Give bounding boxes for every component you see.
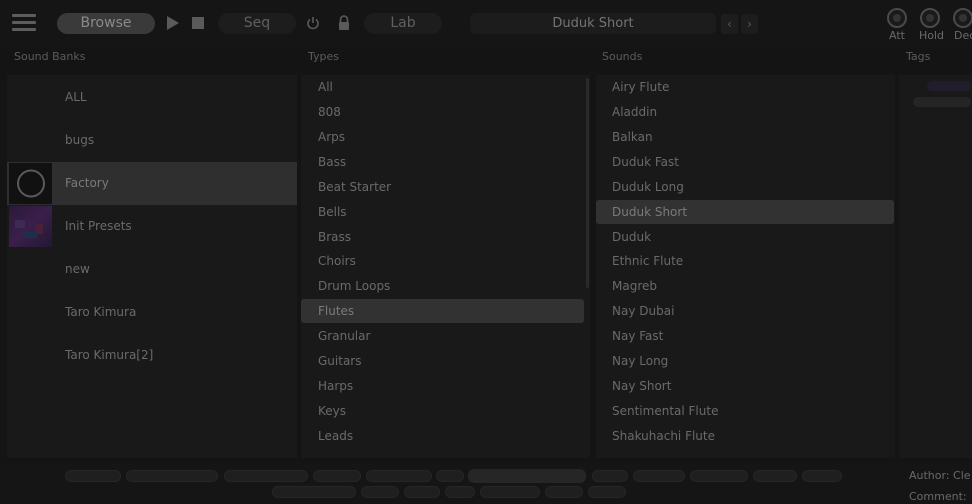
type-item[interactable]: Guitars [301, 349, 584, 373]
lab-tab[interactable]: Lab [364, 13, 442, 34]
bank-label: Factory [65, 176, 109, 190]
sound-item-selected[interactable]: Duduk Short [596, 200, 894, 224]
type-item[interactable]: Leads [301, 424, 584, 448]
menu-icon[interactable] [12, 14, 36, 32]
type-item[interactable]: Beat Starter [301, 175, 584, 199]
hold-knob[interactable] [920, 8, 940, 28]
bank-label: Taro Kimura[2] [65, 348, 154, 362]
tag-chip[interactable] [366, 470, 432, 482]
type-item[interactable]: Bass [301, 150, 584, 174]
type-item[interactable]: Keys [301, 399, 584, 423]
bank-item-taro-kimura[interactable]: Taro Kimura [7, 291, 297, 334]
top-toolbar: Browse Seq Lab Duduk Short ‹ › Att Hold … [0, 0, 972, 46]
tag-chip[interactable] [436, 470, 464, 482]
bank-label: bugs [65, 133, 95, 147]
type-item[interactable]: Drum Loops [301, 274, 584, 298]
factory-bank-icon [9, 163, 52, 204]
sound-item[interactable]: Shakuhachi Flute [596, 424, 894, 448]
types-scrollbar[interactable] [586, 78, 589, 288]
sound-item[interactable]: Nay Dubai [596, 299, 894, 323]
tag-chip[interactable] [126, 470, 218, 482]
sound-banks-list: ALL bugs Factory Init Presets new Taro K… [7, 75, 297, 458]
tag-chip[interactable] [633, 470, 685, 482]
type-item-selected[interactable]: Flutes [301, 299, 584, 323]
sound-item[interactable]: Magreb [596, 274, 894, 298]
tag-chip[interactable] [753, 470, 797, 482]
tag-chip[interactable] [690, 470, 748, 482]
bank-item-all[interactable]: ALL [7, 76, 297, 119]
tag-chip[interactable] [592, 470, 628, 482]
tag-chip[interactable] [480, 486, 540, 498]
tags-header: Tags [906, 50, 931, 63]
bank-item-factory[interactable]: Factory [7, 162, 297, 205]
bank-item-taro-kimura-2[interactable]: Taro Kimura[2] [7, 334, 297, 377]
bank-label: new [65, 262, 90, 276]
type-item[interactable]: Granular [301, 324, 584, 348]
lock-icon[interactable] [337, 15, 351, 31]
stop-icon[interactable] [192, 17, 204, 29]
tag-chip[interactable] [545, 486, 583, 498]
tag-chip[interactable] [272, 486, 356, 498]
sound-item[interactable]: Nay Fast [596, 324, 894, 348]
sounds-list: Airy Flute Aladdin Balkan Duduk Fast Dud… [596, 75, 895, 458]
sounds-header: Sounds [602, 50, 643, 63]
type-item[interactable]: Bells [301, 200, 584, 224]
tag-chip[interactable] [313, 470, 361, 482]
bank-item-init-presets[interactable]: Init Presets [7, 205, 297, 248]
tags-panel [899, 75, 972, 458]
tag-chip-highlighted[interactable] [468, 469, 586, 483]
bank-label: ALL [65, 90, 87, 104]
bank-item-bugs[interactable]: bugs [7, 119, 297, 162]
power-icon[interactable] [306, 16, 320, 30]
type-item[interactable]: Arps [301, 125, 584, 149]
sound-banks-header: Sound Banks [14, 50, 86, 63]
sound-item[interactable]: Duduk Fast [596, 150, 894, 174]
type-item[interactable]: Choirs [301, 249, 584, 273]
prev-preset-button[interactable]: ‹ [721, 14, 738, 34]
sound-item[interactable]: Duduk [596, 225, 894, 249]
tag-chip[interactable] [224, 470, 308, 482]
sound-item[interactable]: Sentimental Flute [596, 399, 894, 423]
type-item[interactable]: Harps [301, 374, 584, 398]
sound-item[interactable]: Balkan [596, 125, 894, 149]
bank-label: Taro Kimura [65, 305, 137, 319]
browse-tab[interactable]: Browse [57, 13, 155, 34]
types-header: Types [308, 50, 339, 63]
author-label: Author: Cle [909, 469, 971, 482]
init-presets-bank-icon [9, 206, 52, 247]
bank-item-new[interactable]: new [7, 248, 297, 291]
sound-item[interactable]: Nay Long [596, 349, 894, 373]
attack-knob[interactable] [887, 8, 907, 28]
tag-chip[interactable] [588, 486, 626, 498]
bottom-tag-bar: Author: Cle Comment: [0, 462, 972, 504]
decay-knob-label: Dec [954, 29, 972, 42]
type-item[interactable]: 808 [301, 100, 584, 124]
tag-chip[interactable] [802, 470, 842, 482]
sound-item[interactable]: Ethnic Flute [596, 249, 894, 273]
type-item[interactable]: Brass [301, 225, 584, 249]
sound-item[interactable]: Airy Flute [596, 75, 894, 99]
sound-item[interactable]: Nay Short [596, 374, 894, 398]
seq-tab[interactable]: Seq [218, 13, 296, 34]
comment-label: Comment: [909, 490, 967, 503]
bank-label: Init Presets [65, 219, 132, 233]
tag-chip[interactable] [65, 470, 121, 482]
tag-chip[interactable] [361, 486, 399, 498]
play-icon[interactable] [167, 16, 179, 30]
tag-chip[interactable] [913, 97, 971, 107]
tag-chip[interactable] [445, 486, 475, 498]
preset-name-display[interactable]: Duduk Short [470, 13, 716, 34]
tag-chip[interactable] [404, 486, 440, 498]
sound-item[interactable]: Aladdin [596, 100, 894, 124]
sound-item[interactable]: Duduk Long [596, 175, 894, 199]
types-list: All 808 Arps Bass Beat Starter Bells Bra… [301, 75, 590, 458]
hold-knob-label: Hold [919, 29, 945, 42]
attack-knob-label: Att [889, 29, 905, 42]
type-item[interactable]: All [301, 75, 584, 99]
decay-knob[interactable] [953, 8, 972, 28]
next-preset-button[interactable]: › [741, 14, 758, 34]
tag-chip[interactable] [927, 81, 971, 91]
